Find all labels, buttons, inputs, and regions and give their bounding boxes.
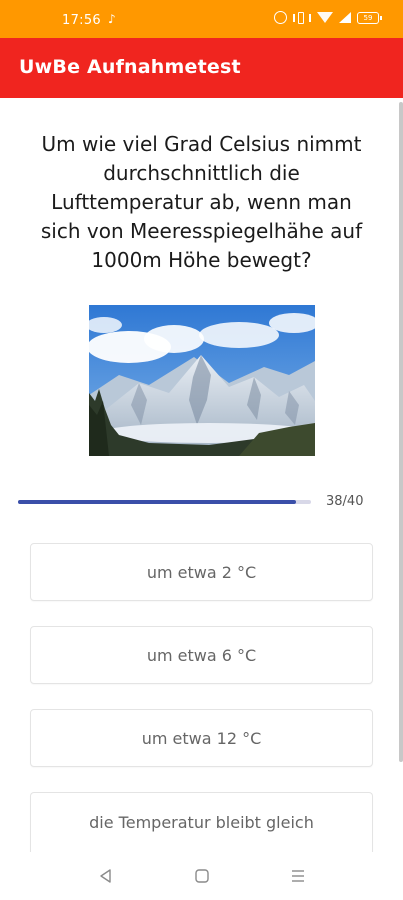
progress-label: 38/40 [326,494,364,509]
tiktok-icon: ♪ [108,12,116,26]
status-icons: 59 [274,11,382,24]
home-icon[interactable] [192,866,212,886]
answer-option[interactable]: um etwa 12 °C [30,709,373,767]
question-text: Um wie viel Grad Celsius nimmt durchschn… [40,132,363,272]
alarm-icon [274,11,287,24]
status-time: 17:56 [62,13,101,28]
battery-level: 59 [363,13,373,22]
app-bar: UwBe Aufnahmetest [0,38,403,98]
answer-option[interactable]: die Temperatur bleibt gleich [30,792,373,852]
vibrate-icon [293,11,311,24]
progress-fill [18,500,297,504]
battery-icon: 59 [357,11,382,24]
app-title: UwBe Aufnahmetest [19,56,241,78]
recent-apps-icon[interactable] [288,866,308,886]
signal-icon [339,12,351,23]
status-bar: 17:56 ♪ 59 [0,0,403,38]
back-icon[interactable] [96,866,116,886]
answer-option[interactable]: um etwa 6 °C [30,626,373,684]
answer-option[interactable]: um etwa 2 °C [30,543,373,601]
navigation-bar [0,852,403,900]
question-image [89,305,315,456]
scrollbar[interactable] [399,102,403,762]
wifi-icon [317,12,333,23]
progress-bar [18,500,311,504]
